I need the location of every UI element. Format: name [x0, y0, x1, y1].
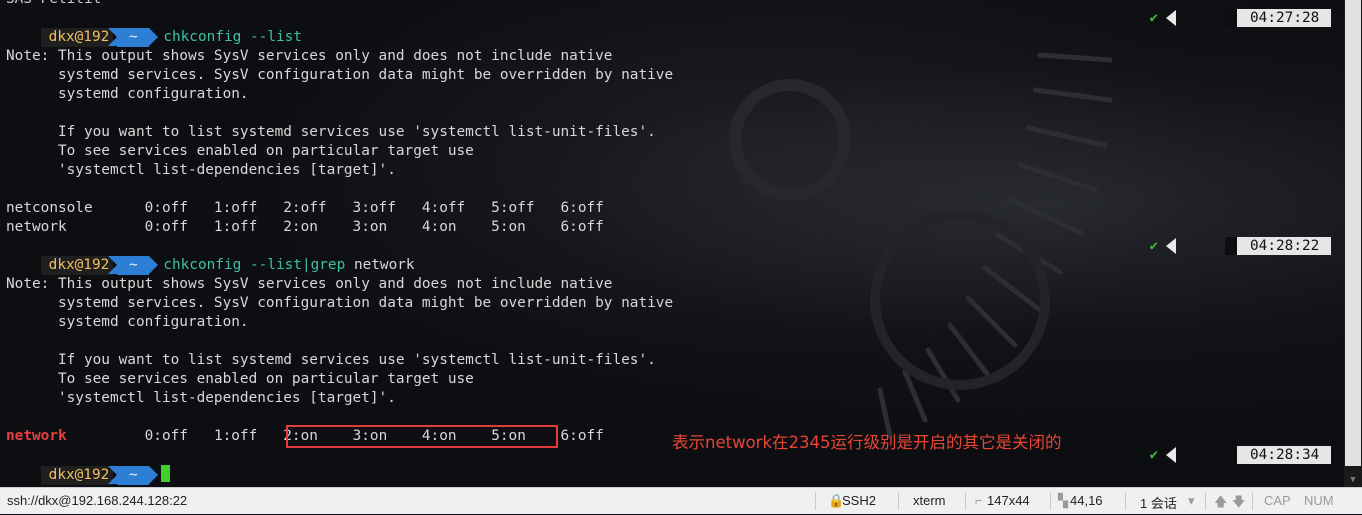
timestamp: 04:27:28 [1224, 9, 1332, 27]
output-line: systemd services. SysV configuration dat… [6, 67, 674, 83]
terminal-type: xterm [913, 493, 946, 508]
scrolled-text-line: SAS Petitit [6, 0, 101, 9]
shell-prompt: dkx@192 ~ [6, 446, 171, 485]
upload-arrow-icon[interactable]: 🡅 [1214, 493, 1227, 515]
num-lock-indicator: NUM [1304, 493, 1334, 508]
connection-string: ssh://dkx@192.168.244.128:22 [7, 493, 188, 508]
prompt-user-host: dkx@192 [40, 466, 114, 485]
output-line: systemd configuration. [6, 86, 249, 102]
output-line: To see services enabled on particular ta… [6, 371, 474, 387]
shell-prompt: dkx@192 ~ chkconfig --list|grep network [6, 237, 415, 275]
divider [1205, 492, 1206, 510]
session-dropdown-icon[interactable]: ▾ [1188, 493, 1195, 509]
output-line: Note: This output shows SysV services on… [6, 48, 613, 64]
divider [1125, 492, 1126, 510]
segment-arrow-icon [1166, 238, 1176, 254]
annotation-text: 表示network在2345运行级别是开启的其它是关闭的 [672, 433, 1062, 452]
highlight-box [286, 425, 558, 448]
prompt-user-host: dkx@192 [40, 256, 114, 275]
download-arrow-icon[interactable]: 🡇 [1232, 493, 1245, 515]
terminal-size: 147x44 [987, 493, 1030, 508]
status-bar: ssh://dkx@192.168.244.128:22 🔒 SSH2 xter… [0, 487, 1362, 514]
divider [898, 492, 899, 510]
text-cursor[interactable] [161, 465, 171, 482]
prompt-dir-segment: ~ [108, 256, 159, 275]
success-check-icon: ✔ [1149, 447, 1158, 463]
divider [815, 492, 816, 510]
command-pipe: |grep [301, 257, 346, 273]
command-text: chkconfig --list [163, 29, 302, 45]
segment-arrow-icon [1166, 10, 1176, 26]
output-line: To see services enabled on particular ta… [6, 143, 474, 159]
command-text: chkconfig --list [163, 257, 302, 273]
output-line: systemd configuration. [6, 314, 249, 330]
timestamp: 04:28:34 [1224, 446, 1332, 464]
service-row: network 0:off 1:off 2:on 3:on 4:on 5:on … [6, 219, 604, 235]
cursor-position-icon: ▚ [1058, 493, 1068, 508]
cursor-position: 44,16 [1070, 493, 1103, 508]
output-line: 'systemctl list-dependencies [target]'. [6, 162, 396, 178]
runlevels-off: 0:off 1:off [66, 428, 284, 444]
divider [1050, 492, 1051, 510]
service-row: netconsole 0:off 1:off 2:off 3:off 4:off… [6, 200, 604, 216]
shell-prompt: dkx@192 ~ chkconfig --list [6, 9, 302, 47]
grep-match: network [6, 428, 67, 444]
terminal-window[interactable]: SAS Petitit dkx@192~chkconfig --list ✔ 0… [0, 0, 1344, 487]
output-line: systemd services. SysV configuration dat… [6, 295, 674, 311]
session-count: 1 会话 [1140, 496, 1177, 511]
scroll-down-icon[interactable]: ▼ [1345, 473, 1361, 487]
output-line: If you want to list systemd services use… [6, 124, 656, 140]
scrollbar-thumb[interactable] [1345, 0, 1361, 466]
divider [965, 492, 966, 510]
prompt-dir-segment: ~ [108, 466, 159, 485]
prompt-user-host: dkx@192 [40, 28, 114, 47]
output-line: Note: This output shows SysV services on… [6, 276, 613, 292]
output-line: 'systemctl list-dependencies [target]'. [6, 390, 396, 406]
divider [1252, 492, 1253, 510]
prompt-dir-segment: ~ [108, 28, 159, 47]
command-argument: network [353, 257, 415, 273]
vertical-scrollbar[interactable]: ▼ [1344, 0, 1362, 487]
output-line: If you want to list systemd services use… [6, 352, 656, 368]
segment-arrow-icon [1166, 447, 1176, 463]
success-check-icon: ✔ [1149, 10, 1158, 26]
caps-lock-indicator: CAP [1264, 493, 1291, 508]
protocol-label: SSH2 [842, 493, 876, 508]
success-check-icon: ✔ [1149, 238, 1158, 254]
resize-icon: ⌐ [975, 493, 983, 508]
timestamp: 04:28:22 [1224, 237, 1332, 255]
